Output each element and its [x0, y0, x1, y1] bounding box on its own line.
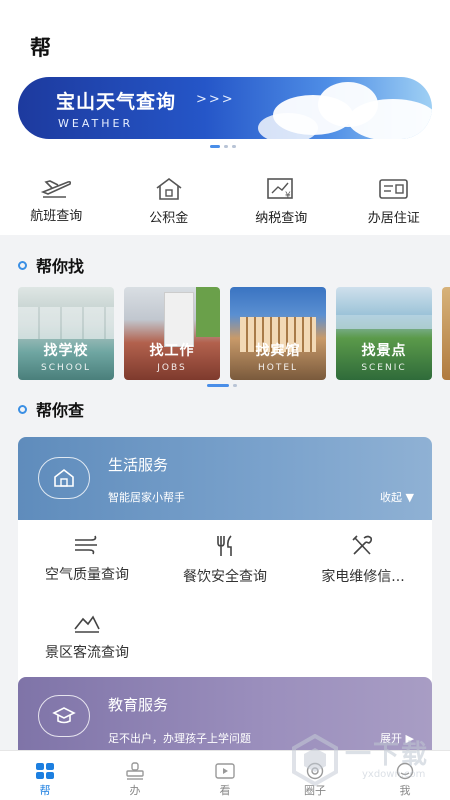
education-card-title: 教育服务 — [108, 696, 169, 714]
tab-kan[interactable]: 看 — [180, 751, 270, 800]
bullet-ring-icon — [18, 404, 27, 414]
find-pager — [207, 384, 237, 387]
education-card-subtitle: 足不出户，办理孩子上学问题 — [108, 732, 251, 745]
quick-item-flight[interactable]: 航班查询 — [0, 157, 113, 235]
life-service-card: 生活服务 智能居家小帮手 收起 ▼ 空气质量查询 餐饮安全查询 家电维修信...… — [18, 437, 432, 687]
find-card-title: 找宾馆 — [255, 343, 301, 359]
id-card-icon — [378, 179, 408, 199]
find-card-subtitle: HOTEL — [257, 363, 299, 373]
life-card-subtitle: 智能居家小帮手 — [108, 491, 185, 504]
find-card-title: 找学校 — [43, 343, 89, 359]
banner-title: 宝山天气查询 — [56, 91, 177, 113]
home-icon — [38, 457, 90, 499]
quick-item-tax[interactable]: ¥ 纳税查询 — [225, 157, 338, 235]
quick-label: 办居住证 — [367, 211, 420, 226]
house-icon — [156, 178, 182, 200]
find-card-subtitle: SCENIC — [361, 363, 407, 373]
find-jobs-card[interactable]: 找工作 JOBS — [124, 287, 220, 380]
tools-icon — [352, 535, 373, 555]
watermark-text: 一下载 — [345, 740, 430, 770]
service-scenic-traffic[interactable]: 景区客流查询 — [18, 612, 156, 662]
svg-text:¥: ¥ — [285, 191, 291, 201]
life-card-title: 生活服务 — [108, 456, 169, 474]
find-card-subtitle: SCHOOL — [41, 363, 91, 373]
banner-pager — [210, 145, 236, 148]
find-card-title: 找工作 — [149, 343, 195, 359]
find-hotel-card[interactable]: 找宾馆 HOTEL — [230, 287, 326, 380]
app-header: 帮 — [0, 0, 450, 65]
service-appliance-repair[interactable]: 家电维修信... — [294, 534, 432, 586]
stamp-icon — [126, 762, 144, 780]
wind-icon — [75, 535, 97, 555]
page-title: 帮 — [30, 36, 51, 60]
watermark-logo-icon — [292, 734, 338, 786]
quick-services: 航班查询 公积金 ¥ 纳税查询 办居住证 — [0, 157, 450, 235]
quick-label: 纳税查询 — [255, 211, 308, 226]
banner-arrows: >>> — [196, 92, 235, 107]
find-carousel: 找学校 SCHOOL 找工作 JOBS 找宾馆 HOTEL 找景点 SCENIC — [18, 287, 450, 380]
tax-chart-icon: ¥ — [267, 178, 294, 201]
life-card-header[interactable]: 生活服务 智能居家小帮手 收起 ▼ — [18, 437, 432, 520]
tab-bang[interactable]: 帮 — [0, 751, 90, 800]
find-scenic-card[interactable]: 找景点 SCENIC — [336, 287, 432, 380]
section-find-title: 帮你找 — [18, 253, 84, 277]
grid-apps-icon — [36, 763, 54, 779]
tab-ban[interactable]: 办 — [90, 751, 180, 800]
banner-area: 宝山天气查询 >>> WEATHER — [0, 65, 450, 157]
service-food-safety[interactable]: 餐饮安全查询 — [156, 534, 294, 586]
watermark-url: yxdown.com — [362, 769, 426, 780]
service-air-quality[interactable]: 空气质量查询 — [18, 534, 156, 584]
bullet-ring-icon — [18, 260, 27, 270]
find-card-subtitle: JOBS — [157, 363, 187, 373]
weather-banner[interactable]: 宝山天气查询 >>> WEATHER — [18, 77, 432, 139]
find-card-partial[interactable] — [442, 287, 450, 380]
quick-item-fund[interactable]: 公积金 — [113, 157, 226, 235]
video-play-icon — [215, 763, 235, 779]
collapse-toggle[interactable]: 收起 ▼ — [380, 489, 414, 505]
find-school-card[interactable]: 找学校 SCHOOL — [18, 287, 114, 380]
cutlery-icon — [217, 535, 232, 556]
section-check-title: 帮你查 — [18, 397, 84, 421]
graduation-cap-icon — [38, 695, 90, 737]
quick-label: 公积金 — [149, 211, 189, 226]
quick-label: 航班查询 — [30, 209, 83, 224]
airplane-icon — [41, 180, 72, 198]
site-watermark: 一下载 yxdown.com — [290, 732, 440, 792]
banner-subtitle: WEATHER — [58, 117, 134, 130]
find-card-title: 找景点 — [361, 343, 407, 359]
mountain-icon — [74, 615, 100, 633]
quick-item-residence[interactable]: 办居住证 — [338, 157, 450, 235]
